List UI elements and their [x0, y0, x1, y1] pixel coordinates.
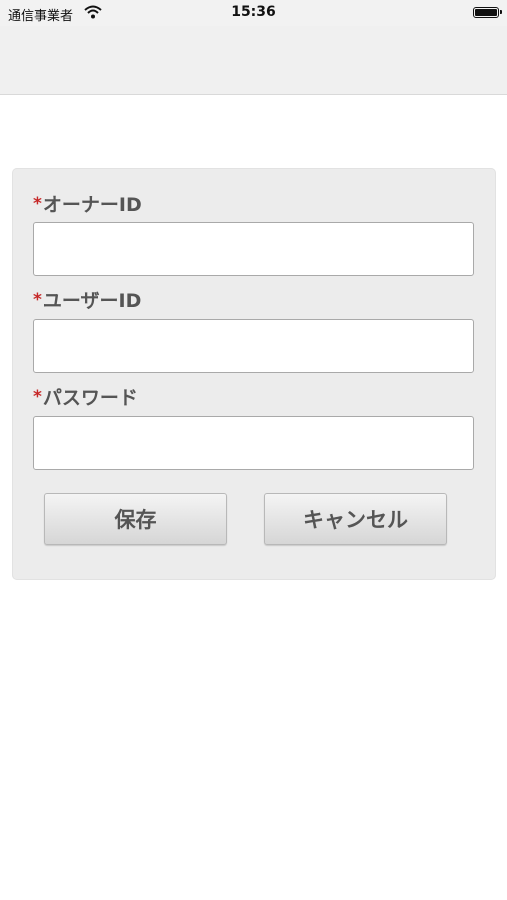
password-label: *パスワード	[33, 383, 138, 410]
owner-id-input[interactable]	[33, 222, 474, 276]
user-id-label: *ユーザーID	[33, 286, 141, 313]
password-input[interactable]	[33, 416, 474, 470]
user-id-input[interactable]	[33, 319, 474, 373]
owner-id-label-text: オーナーID	[42, 194, 142, 216]
user-id-label-text: ユーザーID	[42, 290, 142, 312]
navigation-bar	[0, 26, 507, 95]
battery-icon	[473, 7, 502, 18]
cancel-button[interactable]: キャンセル	[264, 493, 447, 545]
owner-id-label: *オーナーID	[33, 190, 142, 217]
status-bar: 通信事業者 15:36	[0, 0, 507, 26]
login-form-panel: *オーナーID *ユーザーID *パスワード 保存 キャンセル	[12, 168, 496, 580]
required-mark: *	[33, 387, 42, 407]
password-label-text: パスワード	[42, 387, 138, 409]
battery-level	[475, 9, 497, 16]
status-time: 15:36	[231, 4, 276, 20]
save-button[interactable]: 保存	[44, 493, 227, 545]
required-mark: *	[33, 194, 42, 214]
required-mark: *	[33, 290, 42, 310]
